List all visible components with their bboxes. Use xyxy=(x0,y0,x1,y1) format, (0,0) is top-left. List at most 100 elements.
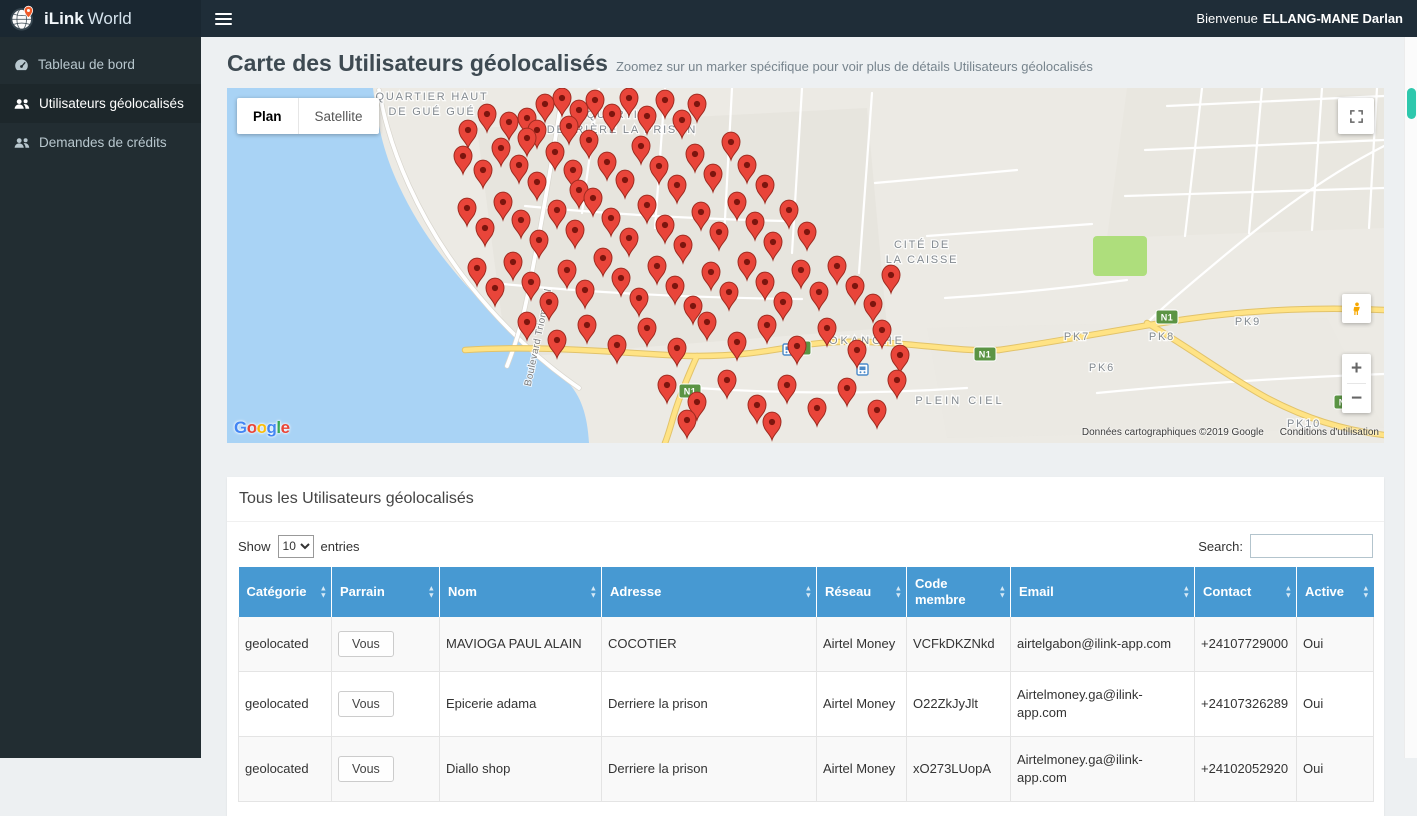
attribution-text: Données cartographiques ©2019 Google xyxy=(1082,427,1264,438)
cell-nom: MAVIOGA PAUL ALAIN xyxy=(440,617,602,672)
page-subtitle: Zoomez sur un marker spécifique pour voi… xyxy=(616,59,1093,74)
sidebar-toggle-button[interactable] xyxy=(201,0,245,37)
cell-active: Oui xyxy=(1297,672,1374,737)
map[interactable]: QUARTIER HAUTDE GUÉ GUÉQUARTIERDERRIÈRE … xyxy=(227,88,1384,443)
sort-icon: ▲▼ xyxy=(320,586,327,599)
cell-adresse: COCOTIER xyxy=(602,617,817,672)
column-header-active[interactable]: Active ▲▼ xyxy=(1297,567,1374,617)
sort-icon: ▲▼ xyxy=(805,586,812,599)
sidebar-item-tableau-de-bord[interactable]: Tableau de bord xyxy=(0,45,201,84)
cell-email: Airtelmoney.ga@ilink-app.com xyxy=(1011,737,1195,802)
google-logo[interactable]: Google xyxy=(234,418,290,438)
sidebar-item-label: Demandes de crédits xyxy=(39,135,167,150)
column-header-label: Code membre xyxy=(915,576,966,607)
parrain-vous-button[interactable]: Vous xyxy=(338,631,394,657)
parrain-vous-button[interactable]: Vous xyxy=(338,756,394,782)
svg-text:OKANGHE: OKANGHE xyxy=(829,335,905,347)
sort-icon: ▲▼ xyxy=(1285,586,1292,599)
users-icon xyxy=(14,98,30,110)
search-input[interactable] xyxy=(1250,534,1373,558)
map-type-plan-button[interactable]: Plan xyxy=(237,98,298,134)
user-name: ELLANG-MANE Darlan xyxy=(1263,11,1403,26)
sidebar-item-label: Utilisateurs géolocalisés xyxy=(39,96,184,111)
svg-text:PK7: PK7 xyxy=(1064,331,1090,343)
scrollbar-thumb[interactable] xyxy=(1407,88,1416,119)
users-table-card: Tous les Utilisateurs géolocalisés Show … xyxy=(227,477,1384,816)
sort-icon: ▲▼ xyxy=(1183,586,1190,599)
entries-label: entries xyxy=(321,539,360,554)
fullscreen-icon xyxy=(1349,109,1364,124)
cell-categorie: geolocated xyxy=(239,617,332,672)
cell-reseau: Airtel Money xyxy=(817,617,907,672)
map-type-control: Plan Satellite xyxy=(237,98,379,134)
cell-reseau: Airtel Money xyxy=(817,737,907,802)
page-size-select[interactable]: 10 xyxy=(278,535,314,558)
cell-email: Airtelmoney.ga@ilink-app.com xyxy=(1011,672,1195,737)
column-header-reseau[interactable]: Réseau▲▼ xyxy=(817,567,907,617)
welcome-prefix: Bienvenue xyxy=(1196,11,1257,26)
cell-active: Oui xyxy=(1297,737,1374,802)
column-header-contact[interactable]: Contact ▲▼ xyxy=(1195,567,1297,617)
map-attribution: Données cartographiques ©2019 Google Con… xyxy=(1082,427,1379,438)
transit-icon[interactable] xyxy=(857,364,868,375)
route-badge: N1 xyxy=(1156,310,1178,324)
pegman-button[interactable] xyxy=(1342,294,1371,323)
column-header-code-membre[interactable]: Code membre ▲▼ xyxy=(907,567,1011,617)
cell-contact: +24107326289 xyxy=(1195,672,1297,737)
fullscreen-button[interactable] xyxy=(1338,98,1374,134)
sort-icon: ▲▼ xyxy=(895,586,902,599)
cell-parrain: Vous xyxy=(332,737,440,802)
sort-icon: ▲▼ xyxy=(1362,586,1369,599)
dashboard-icon xyxy=(14,58,29,71)
cell-categorie: geolocated xyxy=(239,672,332,737)
cell-code-membre: xO273LUopA xyxy=(907,737,1011,802)
svg-text:N1: N1 xyxy=(1161,313,1174,323)
cell-active: Oui xyxy=(1297,617,1374,672)
sidebar-item-label: Tableau de bord xyxy=(38,57,135,72)
zoom-out-button[interactable]: − xyxy=(1342,384,1371,413)
search-label: Search: xyxy=(1198,539,1243,554)
column-header-label: Email xyxy=(1019,584,1054,599)
app-logo[interactable]: iLinkWorld xyxy=(0,0,201,37)
cell-reseau: Airtel Money xyxy=(817,672,907,737)
cell-adresse: Derriere la prison xyxy=(602,672,817,737)
main-content: Carte des Utilisateurs géolocalisés Zoom… xyxy=(201,37,1417,816)
cell-code-membre: O22ZkJyJlt xyxy=(907,672,1011,737)
cell-nom: Epicerie adama xyxy=(440,672,602,737)
scrollbar xyxy=(1404,37,1417,758)
column-header-email[interactable]: Email ▲▼ xyxy=(1011,567,1195,617)
table-header-row: Catégorie ▲▼ Parrain ▲▼ Nom▲▼Adresse▲▼Réseau… xyxy=(239,567,1374,617)
zoom-in-button[interactable]: + xyxy=(1342,354,1371,383)
table-body: geolocatedVousMAVIOGA PAUL ALAINCOCOTIER… xyxy=(239,617,1374,802)
svg-text:PK6: PK6 xyxy=(1089,362,1115,374)
sidebar-item-utilisateurs-geolocalises[interactable]: Utilisateurs géolocalisés xyxy=(0,84,201,123)
sidebar-item-demandes-de-credits[interactable]: Demandes de crédits xyxy=(0,123,201,162)
welcome-text: Bienvenue ELLANG-MANE Darlan xyxy=(1196,0,1417,37)
column-header-label: Contact xyxy=(1203,584,1251,599)
pegman-icon xyxy=(1350,302,1364,316)
table-row: geolocatedVous MAVIOGA PAUL ALAINCOCOTIER… xyxy=(239,617,1374,672)
cell-email: airtelgabon@ilink-app.com xyxy=(1011,617,1195,672)
cell-categorie: geolocated xyxy=(239,737,332,802)
column-header-label: Catégorie xyxy=(247,584,307,599)
map-canvas: QUARTIER HAUTDE GUÉ GUÉQUARTIERDERRIÈRE … xyxy=(227,88,1384,443)
column-header-adresse[interactable]: Adresse▲▼ xyxy=(602,567,817,617)
card-title: Tous les Utilisateurs géolocalisés xyxy=(227,477,1384,522)
table-row: geolocatedVous Epicerie adamaDerriere la … xyxy=(239,672,1374,737)
zoom-control: + − xyxy=(1342,354,1371,413)
brand-name: iLinkWorld xyxy=(44,9,132,29)
brand-bold: iLink xyxy=(44,9,84,28)
cell-contact: +24107729000 xyxy=(1195,617,1297,672)
column-header-label: Active xyxy=(1305,584,1344,599)
parrain-vous-button[interactable]: Vous xyxy=(338,691,394,717)
column-header-nom[interactable]: Nom▲▼ xyxy=(440,567,602,617)
svg-text:PLEIN CIEL: PLEIN CIEL xyxy=(915,395,1004,407)
column-header-parrain[interactable]: Parrain ▲▼ xyxy=(332,567,440,617)
svg-text:N1: N1 xyxy=(979,350,992,360)
map-type-satellite-button[interactable]: Satellite xyxy=(298,98,379,134)
terms-link[interactable]: Conditions d'utilisation xyxy=(1280,427,1379,438)
column-header-label: Parrain xyxy=(340,584,385,599)
column-header-categorie[interactable]: Catégorie ▲▼ xyxy=(239,567,332,617)
sort-icon: ▲▼ xyxy=(999,586,1006,599)
sort-icon: ▲▼ xyxy=(428,586,435,599)
